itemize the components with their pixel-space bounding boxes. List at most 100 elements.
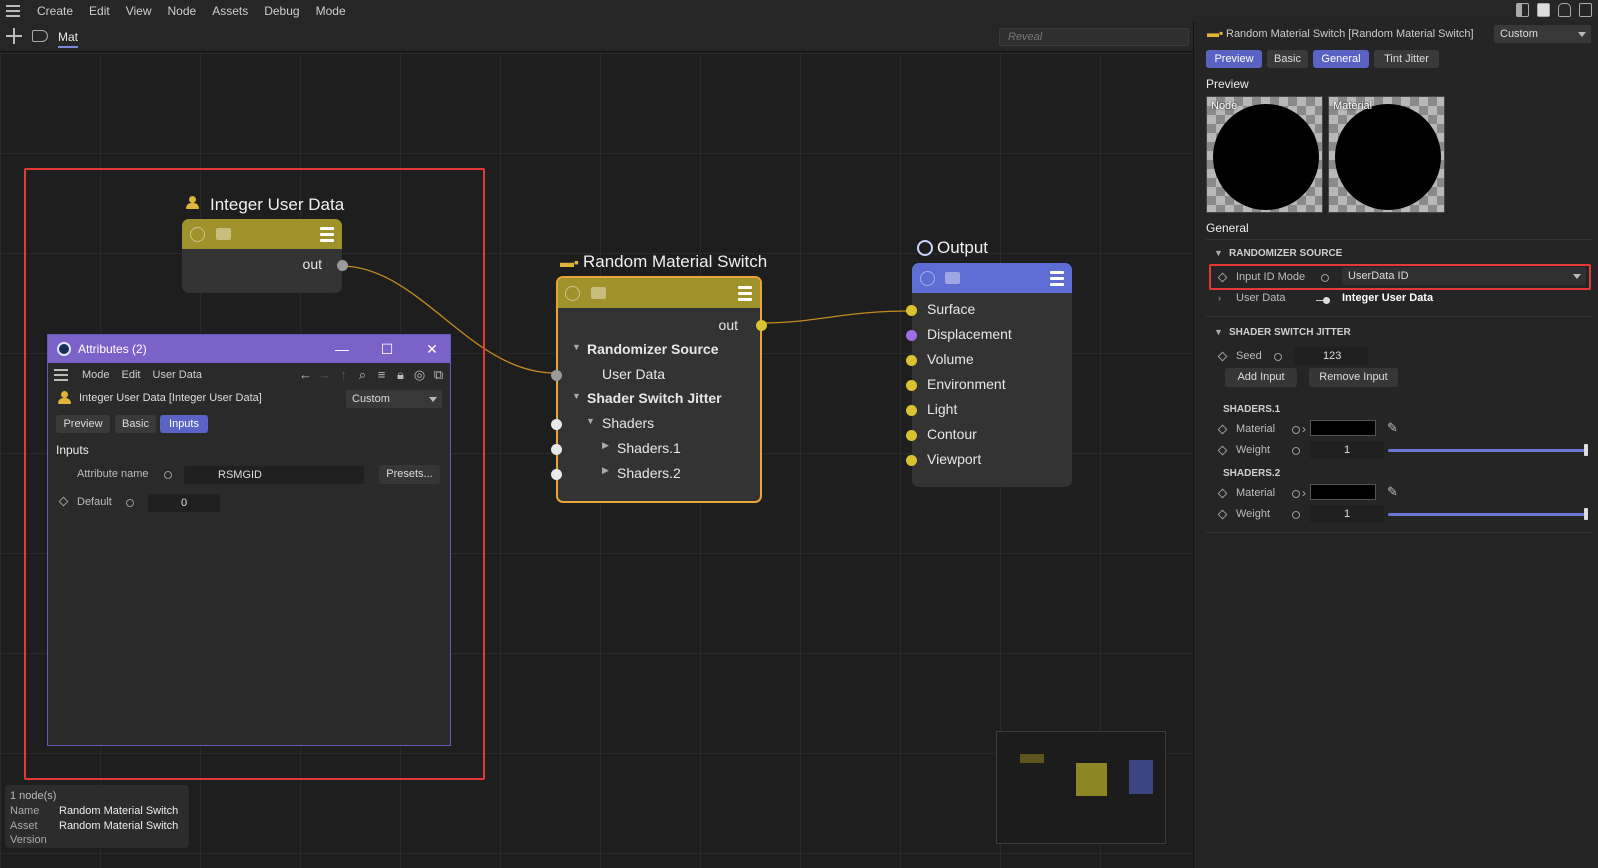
seed-input[interactable]: 123: [1294, 347, 1368, 365]
node-header[interactable]: [182, 219, 342, 249]
weight-slider[interactable]: [1388, 449, 1588, 452]
filter-icon[interactable]: ≡: [374, 367, 389, 382]
add-input-button[interactable]: Add Input: [1225, 368, 1297, 387]
out-port[interactable]: [337, 260, 348, 271]
chevron-right-icon[interactable]: ›: [1302, 422, 1306, 436]
tab-general[interactable]: General: [1313, 50, 1369, 68]
pop-out-icon[interactable]: [1579, 3, 1592, 17]
shaders-2-label[interactable]: Shaders.2: [617, 465, 681, 481]
contour-port[interactable]: [906, 430, 917, 441]
left-panel-icon[interactable]: [1516, 3, 1529, 17]
menu-node[interactable]: Node: [160, 0, 205, 22]
image-preview-icon[interactable]: [216, 228, 231, 240]
menu-mode[interactable]: Mode: [76, 364, 116, 386]
mode-select[interactable]: Custom: [346, 390, 442, 408]
randomizer-source-heading[interactable]: RANDOMIZER SOURCE: [1229, 248, 1342, 259]
tab-preview[interactable]: Preview: [1206, 50, 1262, 68]
solo-icon[interactable]: [565, 286, 580, 301]
mode-select[interactable]: Custom: [1494, 25, 1591, 43]
tab-basic[interactable]: Basic: [1267, 50, 1308, 68]
tab-mat[interactable]: Mat: [58, 30, 79, 48]
output-node[interactable]: Surface Displacement Volume Environment …: [906, 263, 1072, 487]
menu-mode[interactable]: Mode: [308, 0, 354, 22]
shaders-1-port[interactable]: [551, 444, 562, 455]
menu-debug[interactable]: Debug: [256, 0, 307, 22]
keyframe-diamond-icon[interactable]: [1217, 445, 1228, 456]
new-window-icon[interactable]: ⧉: [431, 367, 446, 382]
graph-minimap[interactable]: [996, 731, 1166, 844]
lock-icon[interactable]: 🔒︎: [393, 367, 408, 382]
back-arrow-icon[interactable]: ←: [298, 367, 313, 382]
attribute-name-input[interactable]: RSMGID: [184, 466, 364, 484]
attributes-window[interactable]: Attributes (2) — ☐ ✕ Mode Edit User Data…: [47, 334, 451, 746]
menu-assets[interactable]: Assets: [204, 0, 256, 22]
close-icon[interactable]: ✕: [422, 339, 442, 359]
user-data-value[interactable]: Integer User Data: [1342, 292, 1433, 304]
node-menu-icon[interactable]: [738, 286, 752, 301]
eyedropper-icon[interactable]: ✎: [1387, 484, 1398, 500]
volume-port[interactable]: [906, 355, 917, 366]
image-preview-icon[interactable]: [591, 287, 606, 299]
hamburger-icon[interactable]: [6, 5, 20, 17]
weight-input[interactable]: 1: [1310, 505, 1384, 523]
animate-ring-icon[interactable]: [126, 499, 134, 507]
chevron-right-icon[interactable]: ▶: [602, 440, 609, 451]
remove-input-button[interactable]: Remove Input: [1309, 368, 1398, 387]
shaders-label[interactable]: Shaders: [602, 415, 654, 431]
animate-ring-icon[interactable]: [1292, 426, 1300, 434]
maximize-icon[interactable]: ☐: [377, 339, 397, 359]
keyframe-diamond-icon[interactable]: [1217, 351, 1228, 362]
animate-ring-icon[interactable]: [164, 471, 172, 479]
chevron-right-icon[interactable]: ▶: [602, 465, 609, 476]
chevron-down-icon[interactable]: ▼: [586, 416, 595, 426]
menu-edit[interactable]: Edit: [81, 0, 118, 22]
forward-arrow-icon[interactable]: →: [317, 367, 332, 382]
lock-icon[interactable]: [1558, 3, 1571, 17]
node-menu-icon[interactable]: [1050, 271, 1064, 286]
weight-slider-knob[interactable]: [1584, 508, 1588, 520]
chevron-down-icon[interactable]: ▼: [1214, 248, 1223, 258]
shader-switch-jitter-group[interactable]: Shader Switch Jitter: [587, 390, 722, 406]
animate-ring-icon[interactable]: [1292, 490, 1300, 498]
integer-user-data-node[interactable]: out: [182, 219, 348, 293]
chevron-down-icon[interactable]: ▼: [572, 342, 581, 352]
eyedropper-icon[interactable]: ✎: [1387, 420, 1398, 436]
tab-preview[interactable]: Preview: [56, 415, 110, 433]
menu-create[interactable]: Create: [29, 0, 81, 22]
keyframe-diamond-icon[interactable]: [1217, 488, 1228, 499]
material-color-swatch[interactable]: [1310, 420, 1376, 436]
attributes-titlebar[interactable]: Attributes (2) — ☐ ✕: [48, 335, 450, 363]
image-preview-icon[interactable]: [945, 272, 960, 284]
animate-ring-icon[interactable]: [1292, 447, 1300, 455]
reveal-search-input[interactable]: Reveal: [999, 28, 1189, 46]
tag-icon[interactable]: [32, 30, 48, 42]
chevron-right-icon[interactable]: ›: [1302, 486, 1306, 500]
keyframe-diamond-icon[interactable]: [1217, 424, 1228, 435]
presets-button[interactable]: Presets...: [379, 465, 440, 484]
animate-ring-icon[interactable]: [1292, 511, 1300, 519]
weight-slider-knob[interactable]: [1584, 444, 1588, 456]
search-icon[interactable]: ⌕: [355, 367, 370, 382]
tab-tint-jitter[interactable]: Tint Jitter: [1374, 50, 1439, 68]
viewport-port[interactable]: [906, 455, 917, 466]
node-menu-icon[interactable]: [320, 227, 334, 242]
weight-input[interactable]: 1: [1310, 441, 1384, 459]
tab-basic[interactable]: Basic: [115, 415, 156, 433]
right-panel-icon[interactable]: [1537, 3, 1550, 17]
menu-view[interactable]: View: [118, 0, 160, 22]
menu-user-data[interactable]: User Data: [147, 364, 209, 386]
chevron-right-icon[interactable]: ›: [1218, 293, 1221, 303]
user-data-port[interactable]: [551, 370, 562, 381]
chevron-down-icon[interactable]: ▼: [1214, 327, 1223, 337]
input-id-mode-select[interactable]: UserData ID: [1342, 267, 1586, 285]
light-port[interactable]: [906, 405, 917, 416]
up-arrow-icon[interactable]: ↑: [336, 367, 351, 382]
target-icon[interactable]: ◎: [412, 367, 427, 382]
add-icon[interactable]: [6, 28, 22, 44]
node-header[interactable]: [558, 278, 760, 308]
surface-port[interactable]: [906, 305, 917, 316]
node-header[interactable]: [912, 263, 1072, 293]
weight-slider[interactable]: [1388, 513, 1588, 516]
keyframe-diamond-icon[interactable]: [1217, 509, 1228, 520]
animate-ring-icon[interactable]: [1321, 274, 1329, 282]
